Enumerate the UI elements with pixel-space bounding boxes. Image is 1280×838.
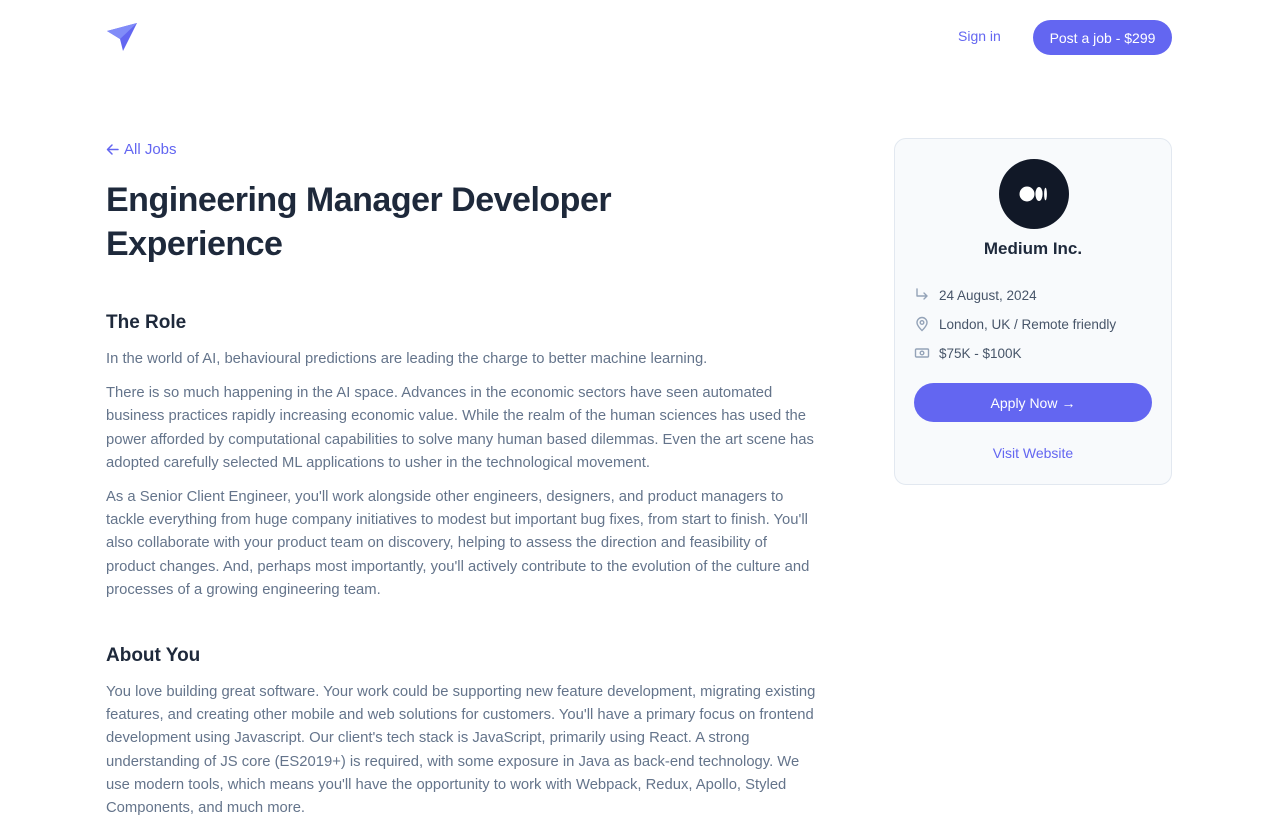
money-icon xyxy=(914,348,930,358)
post-job-button[interactable]: Post a job - $299 xyxy=(1033,20,1172,55)
company-name: Medium Inc. xyxy=(983,239,1083,258)
medium-logo-icon xyxy=(999,159,1069,229)
section-heading-role: The Role xyxy=(106,312,187,333)
posted-date: 24 August, 2024 xyxy=(914,287,1037,303)
visit-website-link[interactable]: Visit Website xyxy=(895,445,1171,461)
posted-date-text: 24 August, 2024 xyxy=(939,287,1037,303)
company-card: Medium Inc. 24 August, 2024 London, UK /… xyxy=(894,138,1172,485)
arrow-right-icon: → xyxy=(1061,394,1076,411)
paper-plane-logo-icon[interactable] xyxy=(106,22,138,52)
job-location-text: London, UK / Remote friendly xyxy=(939,316,1117,332)
corner-arrow-icon xyxy=(916,288,928,300)
apply-now-button[interactable]: Apply Now → xyxy=(914,383,1152,422)
arrow-left-icon xyxy=(106,143,119,155)
role-paragraph: In the world of AI, behavioural predicti… xyxy=(106,351,708,367)
apply-now-label: Apply Now xyxy=(990,394,1058,411)
section-heading-about-you: About You xyxy=(106,645,201,667)
job-detail-main: All Jobs Engineering Manager Developer E… xyxy=(106,138,818,820)
salary-range: $75K - $100K xyxy=(914,345,1022,361)
salary-range-text: $75K - $100K xyxy=(939,345,1022,361)
job-title: Engineering Manager Developer Experience xyxy=(106,181,612,263)
role-paragraph: As a Senior Client Engineer, you'll work… xyxy=(106,489,810,598)
map-pin-icon xyxy=(916,316,928,332)
role-paragraph: There is so much happening in the AI spa… xyxy=(106,385,814,471)
all-jobs-label: All Jobs xyxy=(124,140,177,158)
job-location: London, UK / Remote friendly xyxy=(914,316,1116,332)
all-jobs-link[interactable]: All Jobs xyxy=(106,138,818,160)
top-navbar: Sign in Post a job - $299 xyxy=(0,0,1280,76)
about-you-paragraph: You love building great software. Your w… xyxy=(106,684,816,817)
sign-in-link[interactable]: Sign in xyxy=(958,28,1001,44)
